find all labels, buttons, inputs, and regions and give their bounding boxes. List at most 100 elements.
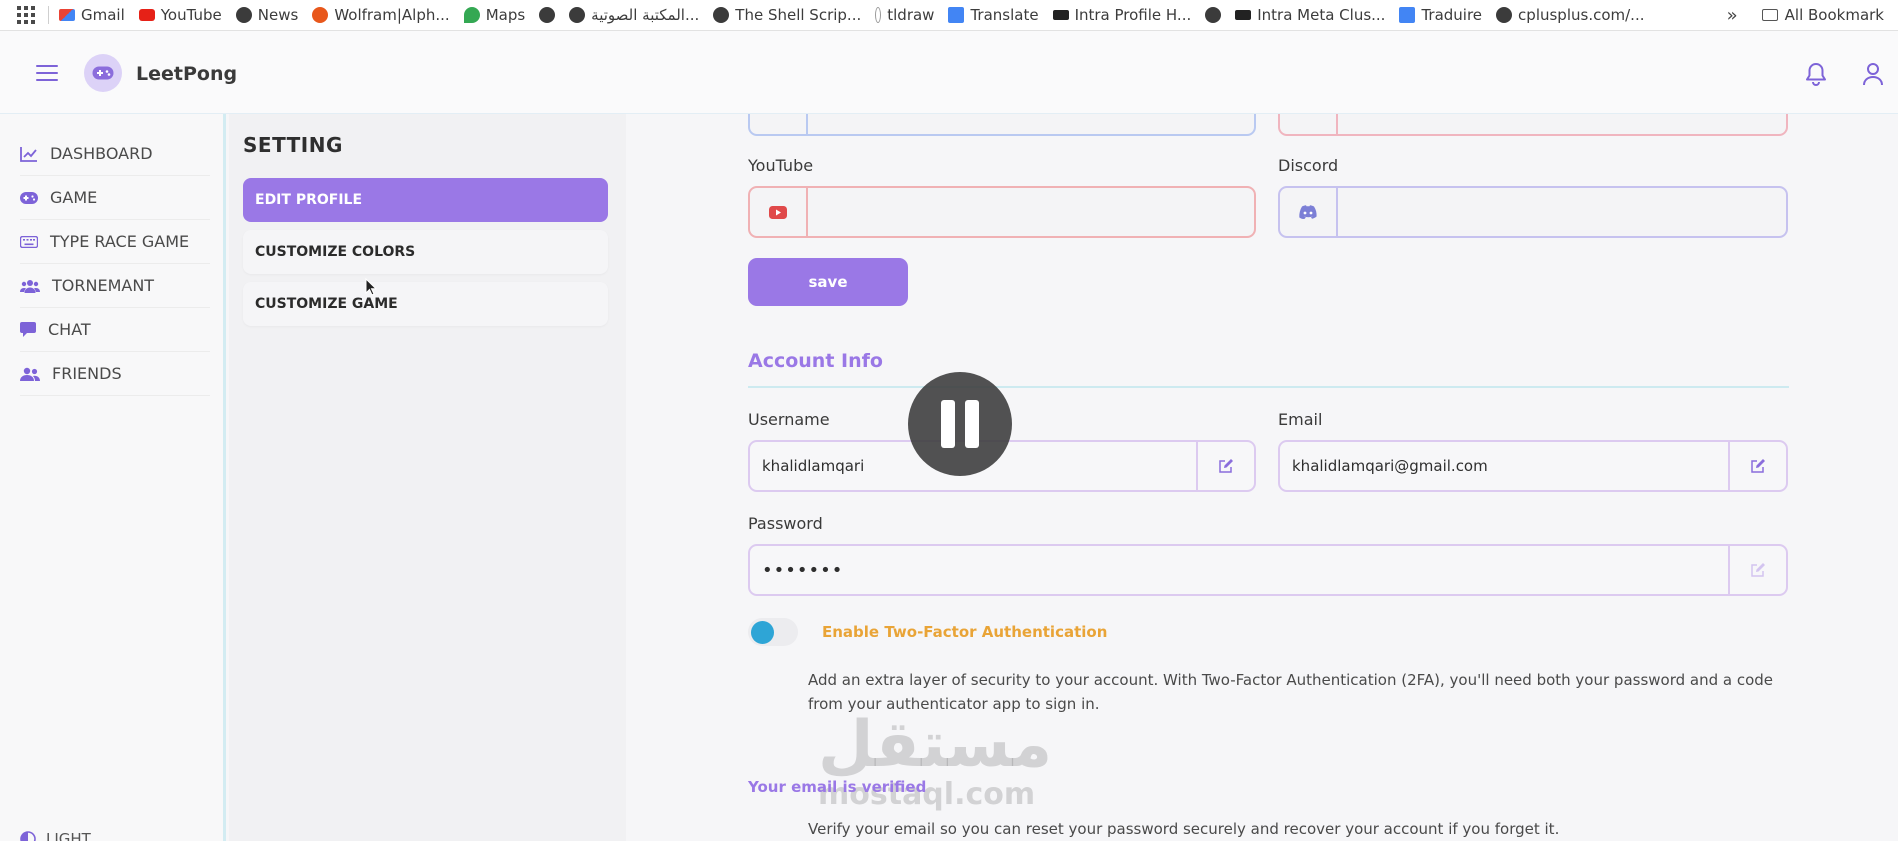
password-value: ••••••• (762, 559, 844, 581)
globe-icon (539, 7, 556, 23)
theme-label: LIGHT (46, 830, 91, 841)
bookmark-cplusplus[interactable]: cplusplus.com/... (1496, 6, 1644, 24)
account-info-title: Account Info (748, 350, 883, 372)
hamburger-menu-button[interactable] (36, 65, 58, 81)
edit-icon (1218, 458, 1234, 474)
verify-email-description: Verify your email so you can reset your … (808, 820, 1560, 838)
sidebar-item-label: FRIENDS (52, 364, 122, 383)
social-input-field[interactable] (808, 114, 1254, 134)
edit-icon (1750, 562, 1766, 578)
friends-icon (20, 367, 40, 381)
translate-icon (948, 7, 965, 23)
bookmarks-divider (48, 6, 49, 24)
sidebar: DASHBOARD GAME TYPE RACE GAME TORNEMANT … (0, 114, 226, 841)
email-field: khalidlamqari@gmail.com (1278, 440, 1788, 492)
sidebar-item-tornemant[interactable]: TORNEMANT (20, 264, 210, 308)
discord-input-group (1278, 186, 1788, 238)
bookmark-maps[interactable]: Maps (463, 6, 525, 24)
app-name: LeetPong (136, 63, 238, 85)
sidebar-item-type-race-game[interactable]: TYPE RACE GAME (20, 220, 210, 264)
bookmark-unnamed-2[interactable] (1205, 7, 1222, 23)
sidebar-item-label: DASHBOARD (50, 144, 153, 163)
edit-username-button[interactable] (1196, 442, 1254, 490)
globe-icon (713, 7, 730, 23)
social-input-partial-right[interactable] (1278, 114, 1788, 136)
bookmark-translate[interactable]: Translate (948, 6, 1039, 24)
gamepad-icon (20, 191, 38, 204)
pause-bar-right (965, 400, 979, 448)
watermark-arabic: مستقل (818, 708, 1053, 782)
user-profile-icon[interactable] (1862, 62, 1884, 86)
sidebar-item-label: TYPE RACE GAME (50, 232, 190, 251)
edit-password-button[interactable] (1728, 546, 1786, 594)
bookmark-news[interactable]: News (235, 6, 298, 24)
sidebar-item-label: GAME (50, 188, 98, 207)
email-value: khalidlamqari@gmail.com (1292, 457, 1488, 475)
keyboard-icon (20, 235, 38, 248)
pause-bar-left (941, 400, 955, 448)
sidebar-item-friends[interactable]: FRIENDS (20, 352, 210, 396)
youtube-input[interactable] (808, 188, 1254, 236)
maps-icon (463, 7, 480, 23)
tldraw-icon (875, 7, 882, 23)
globe-icon (569, 7, 586, 23)
users-icon (20, 279, 40, 293)
save-button[interactable]: save (748, 258, 908, 306)
discord-input[interactable] (1338, 188, 1786, 236)
bookmark-traduire[interactable]: Traduire (1399, 6, 1482, 24)
customize-colors-button[interactable]: CUSTOMIZE COLORS (243, 230, 608, 274)
youtube-label: YouTube (748, 156, 814, 175)
email-verified-status: Your email is verified (748, 778, 927, 796)
customize-game-button[interactable]: CUSTOMIZE GAME (243, 282, 608, 326)
username-label: Username (748, 410, 830, 429)
social-icon-partial (1280, 114, 1338, 134)
gmail-icon (59, 9, 75, 21)
edit-icon (1750, 458, 1766, 474)
bookmark-shell-scripting[interactable]: The Shell Scrip... (713, 6, 861, 24)
edit-profile-button[interactable]: EDIT PROFILE (243, 178, 608, 222)
more-bookmarks-button[interactable]: » (1727, 5, 1738, 26)
bookmark-wolfram[interactable]: Wolfram|Alph... (312, 6, 450, 24)
sidebar-item-label: CHAT (48, 320, 91, 339)
two-factor-label: Enable Two-Factor Authentication (822, 623, 1108, 641)
youtube-icon (750, 188, 808, 236)
pause-button[interactable] (908, 372, 1012, 476)
bookmark-unnamed-1[interactable] (539, 7, 556, 23)
intra-icon (1052, 10, 1069, 20)
bookmarks-bar: Gmail YouTube News Wolfram|Alph... Maps … (0, 0, 1898, 31)
bell-icon[interactable] (1805, 62, 1827, 86)
email-label: Email (1278, 410, 1323, 429)
bookmark-youtube[interactable]: YouTube (138, 6, 222, 24)
youtube-icon (138, 9, 155, 21)
gamepad-logo-icon (84, 54, 122, 92)
bookmark-arabic-library[interactable]: المكتبة الصوتية... (569, 6, 699, 24)
app-header: LeetPong (0, 31, 1898, 114)
apps-grid-icon[interactable] (16, 5, 36, 25)
two-factor-toggle[interactable] (748, 618, 798, 646)
all-bookmarks-button[interactable]: All Bookmark (1761, 6, 1884, 24)
toggle-knob (751, 621, 774, 644)
bookmark-tldraw[interactable]: tldraw (875, 6, 934, 24)
mostaql-watermark: مستقل mostaql.com (818, 708, 1053, 812)
bookmark-intra-profile[interactable]: Intra Profile H... (1052, 6, 1191, 24)
bookmark-intra-meta[interactable]: Intra Meta Clus... (1235, 6, 1385, 24)
chart-line-icon (20, 146, 38, 162)
half-circle-theme-icon (20, 831, 36, 841)
globe-icon (1205, 7, 1222, 23)
social-input-partial-left[interactable] (748, 114, 1256, 136)
mouse-cursor-icon (365, 278, 377, 296)
sidebar-item-chat[interactable]: CHAT (20, 308, 210, 352)
settings-panel: SETTING EDIT PROFILE CUSTOMIZE COLORS CU… (229, 114, 626, 841)
chat-icon (20, 322, 36, 337)
theme-toggle[interactable]: LIGHT (20, 830, 91, 841)
social-input-field[interactable] (1338, 114, 1786, 134)
password-field: ••••••• (748, 544, 1788, 596)
social-icon-partial (750, 114, 808, 134)
sidebar-item-dashboard[interactable]: DASHBOARD (20, 132, 210, 176)
sidebar-item-label: TORNEMANT (52, 276, 155, 295)
sidebar-item-game[interactable]: GAME (20, 176, 210, 220)
edit-email-button[interactable] (1728, 442, 1786, 490)
globe-icon (1496, 7, 1513, 23)
main-content: YouTube Discord save Account Info Userna… (626, 114, 1898, 841)
bookmark-gmail[interactable]: Gmail (59, 6, 125, 24)
